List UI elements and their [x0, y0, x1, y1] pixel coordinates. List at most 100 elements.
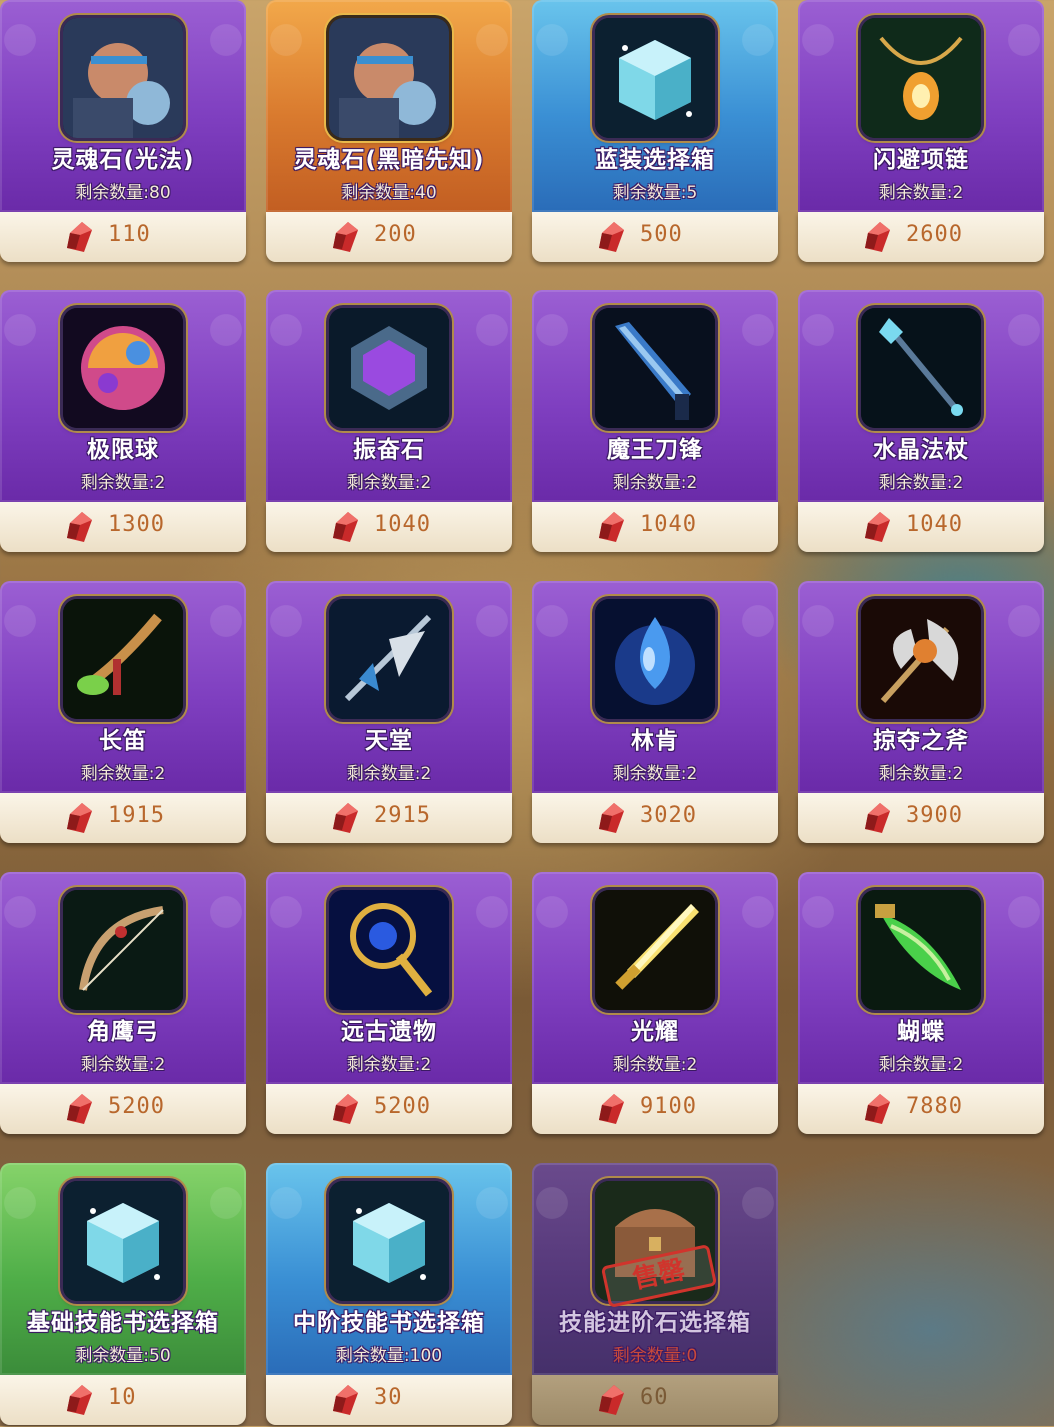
item-name: 闪避项链: [873, 147, 969, 173]
red-gem-currency-icon: [330, 511, 360, 543]
item-panel: 魔王刀锋 剩余数量:2: [532, 290, 778, 502]
red-gem-currency-icon: [596, 802, 626, 834]
item-panel: 灵魂石(光法) 剩余数量:80: [0, 0, 246, 212]
red-gem-currency-icon: [862, 221, 892, 253]
shop-item-card[interactable]: 售罄 技能进阶石选择箱 剩余数量:0 60: [532, 1163, 778, 1427]
axe-icon: [861, 599, 981, 719]
red-gem-currency-icon: [64, 1384, 94, 1416]
buy-button[interactable]: 1300: [0, 502, 246, 552]
buy-button[interactable]: 5200: [0, 1084, 246, 1134]
shop-item-card[interactable]: 长笛 剩余数量:2 1915: [0, 581, 246, 845]
item-remaining: 剩余数量:2: [612, 764, 698, 784]
item-panel: 掠夺之斧 剩余数量:2: [798, 581, 1044, 793]
item-remaining: 剩余数量:50: [75, 1346, 171, 1366]
red-gem-currency-icon: [330, 1384, 360, 1416]
red-gem-currency-icon: [330, 221, 360, 253]
item-price: 1915: [108, 803, 165, 828]
item-name: 灵魂石(黑暗先知): [293, 147, 485, 173]
item-price: 2915: [374, 803, 431, 828]
item-panel: 售罄 技能进阶石选择箱 剩余数量:0: [532, 1163, 778, 1375]
buy-button[interactable]: 500: [532, 212, 778, 262]
item-panel: 基础技能书选择箱 剩余数量:50: [0, 1163, 246, 1375]
buy-button[interactable]: 1040: [266, 502, 512, 552]
buy-button[interactable]: 3900: [798, 793, 1044, 843]
item-price: 200: [374, 222, 417, 247]
droplet-icon: [595, 599, 715, 719]
shop-item-card[interactable]: 灵魂石(黑暗先知) 剩余数量:40 200: [266, 0, 512, 264]
shop-item-card[interactable]: 中阶技能书选择箱 剩余数量:100 30: [266, 1163, 512, 1427]
buy-button[interactable]: 110: [0, 212, 246, 262]
item-panel: 中阶技能书选择箱 剩余数量:100: [266, 1163, 512, 1375]
shop-item-card[interactable]: 林肯剩余数量:2 3020: [532, 581, 778, 845]
shop-item-card[interactable]: 振奋石 剩余数量:2 1040: [266, 290, 512, 554]
buy-button[interactable]: 2915: [266, 793, 512, 843]
shop-item-card[interactable]: 基础技能书选择箱 剩余数量:50 10: [0, 1163, 246, 1427]
hero-portrait-icon: [329, 18, 449, 138]
item-panel: 极限球 剩余数量:2: [0, 290, 246, 502]
shop-item-card[interactable]: 光耀 剩余数量:2 9100: [532, 872, 778, 1136]
shop-item-card[interactable]: 远古遗物 剩余数量:2 5200: [266, 872, 512, 1136]
item-remaining: 剩余数量:2: [878, 473, 964, 493]
item-name: 振奋石: [353, 437, 425, 463]
item-price: 2600: [906, 222, 963, 247]
item-price: 110: [108, 222, 151, 247]
necklace-icon: [861, 18, 981, 138]
red-gem-currency-icon: [862, 1093, 892, 1125]
buy-button[interactable]: 60: [532, 1375, 778, 1425]
item-remaining: 剩余数量:40: [341, 183, 437, 203]
shop-item-card[interactable]: 魔王刀锋 剩余数量:2 1040: [532, 290, 778, 554]
buy-button[interactable]: 30: [266, 1375, 512, 1425]
item-price: 3020: [640, 803, 697, 828]
bow-icon: [63, 890, 183, 1010]
red-gem-currency-icon: [862, 511, 892, 543]
buy-button[interactable]: 5200: [266, 1084, 512, 1134]
item-remaining: 剩余数量:5: [612, 183, 698, 203]
red-gem-currency-icon: [64, 511, 94, 543]
item-remaining: 剩余数量:2: [346, 764, 432, 784]
item-panel: 林肯剩余数量:2: [532, 581, 778, 793]
item-name: 林肯: [631, 728, 679, 754]
chest-icon: [595, 18, 715, 138]
buy-button[interactable]: 9100: [532, 1084, 778, 1134]
item-name: 蝴蝶: [897, 1019, 945, 1045]
item-remaining: 剩余数量:2: [346, 473, 432, 493]
red-gem-currency-icon: [596, 221, 626, 253]
buy-button[interactable]: 7880: [798, 1084, 1044, 1134]
buy-button[interactable]: 1040: [532, 502, 778, 552]
item-name: 掠夺之斧: [873, 728, 969, 754]
item-price: 7880: [906, 1094, 963, 1119]
shop-item-card[interactable]: 蓝装选择箱 剩余数量:5 500: [532, 0, 778, 264]
shop-item-card[interactable]: 灵魂石(光法) 剩余数量:80 110: [0, 0, 246, 264]
item-name: 极限球: [87, 437, 159, 463]
hero-portrait-icon: [63, 18, 183, 138]
scepter-icon: [329, 890, 449, 1010]
buy-button[interactable]: 200: [266, 212, 512, 262]
item-price: 3900: [906, 803, 963, 828]
shop-item-card[interactable]: 掠夺之斧 剩余数量:2 3900: [798, 581, 1044, 845]
item-panel: 振奋石剩余数量:2: [266, 290, 512, 502]
item-remaining: 剩余数量:100: [335, 1346, 443, 1366]
red-gem-currency-icon: [596, 511, 626, 543]
item-price: 5200: [374, 1094, 431, 1119]
buy-button[interactable]: 3020: [532, 793, 778, 843]
shop-item-card[interactable]: 极限球 剩余数量:2 1300: [0, 290, 246, 554]
shop-item-card[interactable]: 闪避项链 剩余数量:2 2600: [798, 0, 1044, 264]
halberd-icon: [329, 599, 449, 719]
red-gem-currency-icon: [64, 1093, 94, 1125]
buy-button[interactable]: 10: [0, 1375, 246, 1425]
shop-item-card[interactable]: 天堂 剩余数量:2 2915: [266, 581, 512, 845]
item-price: 1040: [906, 512, 963, 537]
buy-button[interactable]: 1040: [798, 502, 1044, 552]
item-panel: 闪避项链 剩余数量:2: [798, 0, 1044, 212]
shop-item-card[interactable]: 蝴蝶 剩余数量:2 7880: [798, 872, 1044, 1136]
red-gem-currency-icon: [596, 1384, 626, 1416]
buy-button[interactable]: 1915: [0, 793, 246, 843]
item-remaining: 剩余数量:2: [80, 1055, 166, 1075]
shop-item-card[interactable]: 水晶法杖剩余数量:2 1040: [798, 290, 1044, 554]
buy-button[interactable]: 2600: [798, 212, 1044, 262]
item-name: 水晶法杖: [873, 437, 969, 463]
red-gem-currency-icon: [64, 221, 94, 253]
item-panel: 灵魂石(黑暗先知) 剩余数量:40: [266, 0, 512, 212]
shop-item-card[interactable]: 角鹰弓 剩余数量:2 5200: [0, 872, 246, 1136]
item-remaining: 剩余数量:80: [75, 183, 171, 203]
